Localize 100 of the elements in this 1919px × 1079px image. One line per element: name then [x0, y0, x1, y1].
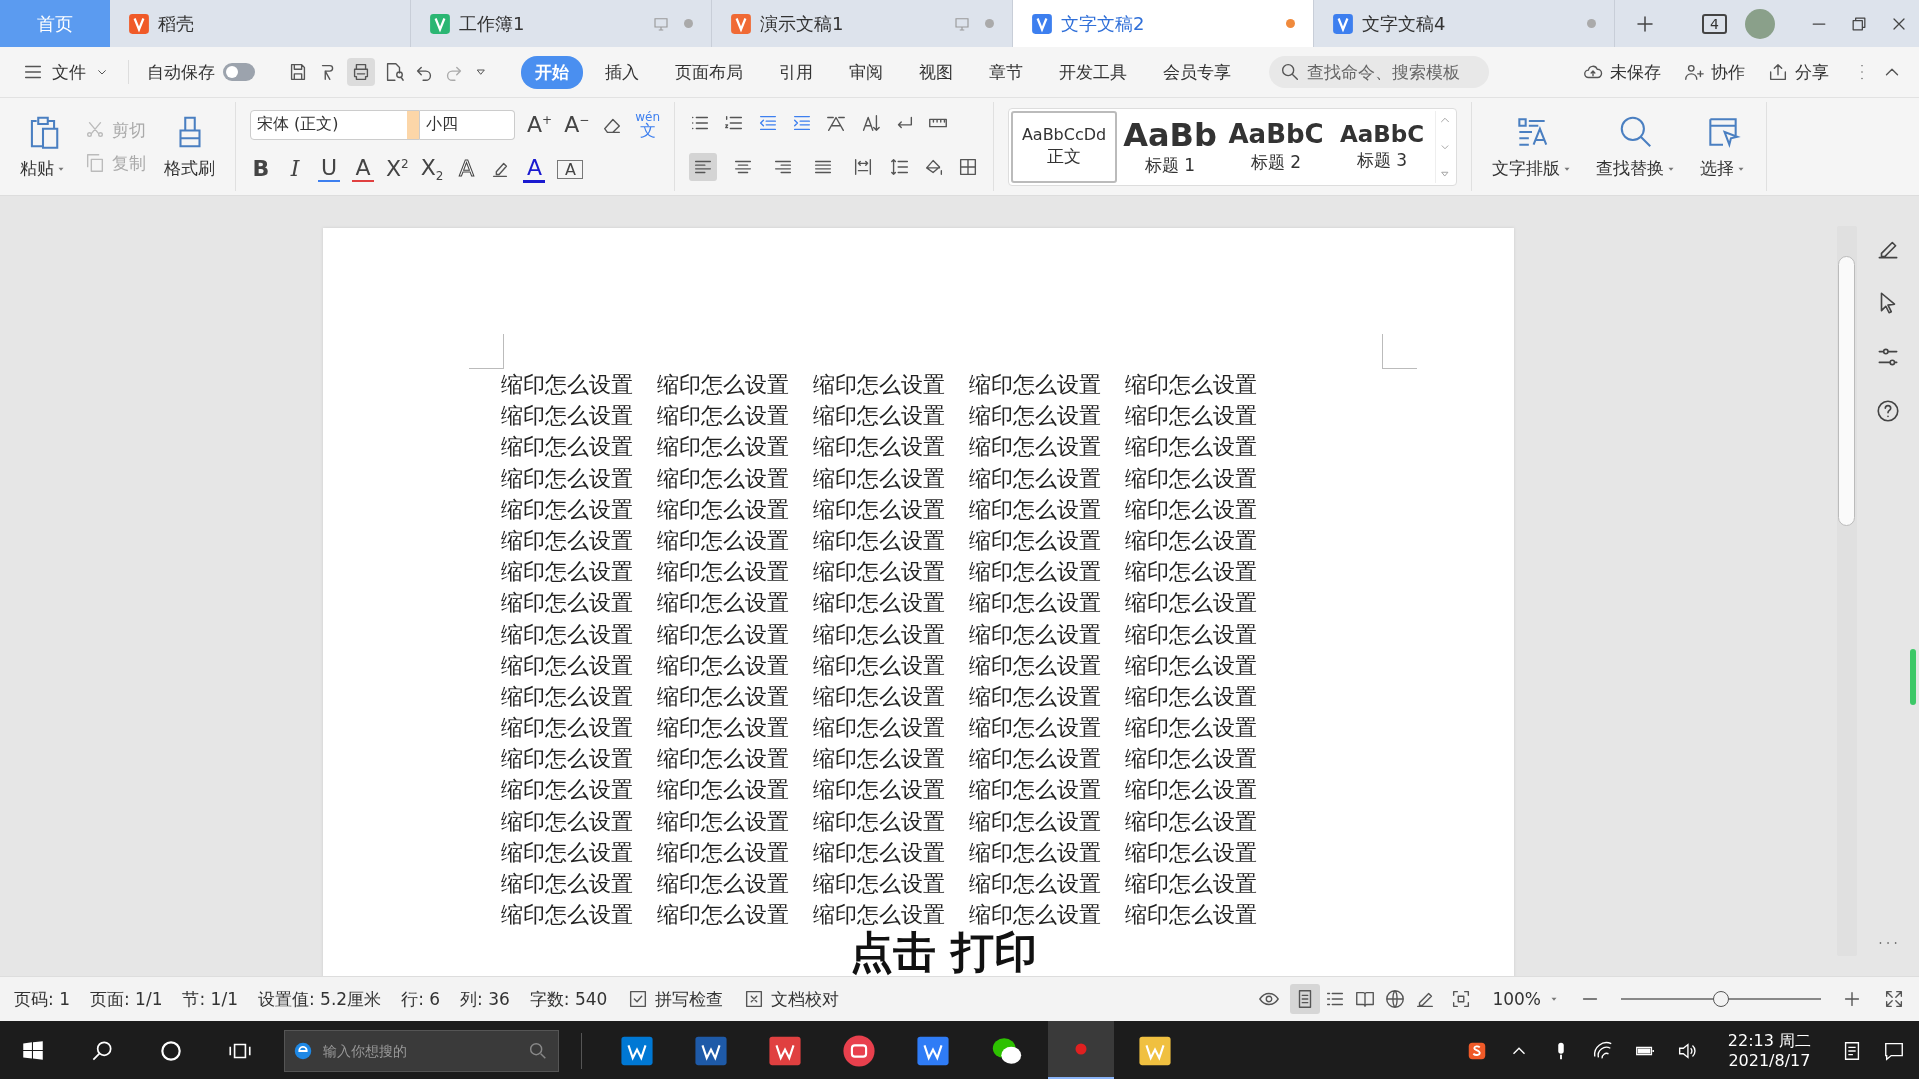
document-text: 缩印怎么设置: [501, 621, 633, 648]
document-text: 缩印怎么设置: [657, 777, 789, 804]
document-text: 缩印怎么设置: [501, 465, 633, 492]
format-button[interactable]: A: [523, 155, 546, 183]
format-button[interactable]: A: [352, 156, 374, 183]
toolbar-action[interactable]: 分享: [1767, 60, 1829, 84]
clock-time[interactable]: 22:13 周二: [1727, 1030, 1811, 1051]
document-text: 缩印怎么设置: [813, 372, 945, 398]
progress-indicator: [1910, 649, 1916, 705]
format-painter-button[interactable]: 格式刷: [158, 111, 221, 182]
zoom-slider-thumb[interactable]: [1713, 991, 1729, 1007]
document-text: 缩印怎么设置: [969, 465, 1101, 492]
ribbon-tool-button[interactable]: 文字排版: [1486, 111, 1579, 182]
view-mode-button[interactable]: [1290, 984, 1321, 1014]
ribbon-tab[interactable]: 页面布局: [661, 55, 757, 89]
document-text: 缩印怎么设置: [1125, 527, 1257, 554]
search-icon: [1279, 61, 1301, 83]
format-button[interactable]: A: [557, 159, 584, 180]
document-text: 缩印怎么设置: [657, 559, 789, 586]
ribbon-tab[interactable]: 审阅: [835, 55, 897, 89]
document-text: 缩印怎么设置: [501, 746, 633, 773]
document-text: 缩印怎么设置: [969, 746, 1101, 773]
taskbar-search-field[interactable]: 输入你想搜的: [284, 1029, 559, 1072]
document-text: 缩印怎么设置: [657, 683, 789, 710]
document-text: 缩印怎么设置: [657, 746, 789, 773]
fullscreen-icon[interactable]: [1883, 988, 1905, 1010]
camera-icon: [842, 1033, 876, 1068]
document-text: 缩印怎么设置: [1125, 621, 1257, 648]
format-button[interactable]: U: [318, 156, 340, 183]
format-button[interactable]: X$^{2}$: [386, 157, 409, 182]
status-item: 行: 6: [401, 987, 441, 1011]
font-size-button[interactable]: A$^{+}$: [527, 112, 553, 137]
file-menu[interactable]: 文件: [52, 60, 86, 84]
help-icon[interactable]: [1875, 398, 1901, 424]
status-dot[interactable]: [684, 19, 693, 28]
vertical-scrollbar[interactable]: [1837, 226, 1857, 956]
format-button[interactable]: B: [250, 157, 272, 182]
document-text: 缩印怎么设置: [1125, 403, 1257, 430]
app-icon: [730, 12, 752, 35]
autosave-toggle[interactable]: [223, 63, 255, 81]
document-text: 缩印怎么设置: [969, 434, 1101, 461]
document-text: 缩印怎么设置: [813, 496, 945, 523]
font-size-select[interactable]: 小四: [420, 109, 515, 140]
document-text: 缩印怎么设置: [813, 777, 945, 804]
ribbon-tab[interactable]: 章节: [975, 55, 1037, 89]
document-text: 缩印怎么设置: [969, 683, 1101, 710]
document-text: 缩印怎么设置: [501, 372, 633, 398]
ribbon-tool-button[interactable]: 选择: [1694, 111, 1753, 182]
document-text: 缩印怎么设置: [501, 496, 633, 523]
copy-icon: [84, 152, 106, 174]
zoom-level[interactable]: 100%: [1492, 989, 1559, 1009]
document-text: 缩印怎么设置: [657, 871, 789, 897]
style-item[interactable]: AaBb 标题 1: [1117, 110, 1224, 183]
style-item[interactable]: AaBbC 标题 2: [1223, 110, 1330, 183]
status-dot[interactable]: [1587, 19, 1596, 28]
document-text: 缩印怎么设置: [969, 527, 1101, 554]
align-button[interactable]: [689, 153, 718, 182]
format-button[interactable]: X$_{2}$: [420, 155, 444, 184]
font-family-select[interactable]: 宋体 (正文): [250, 109, 420, 140]
document-text: 缩印怎么设置: [657, 590, 789, 617]
window-count[interactable]: 4: [1702, 13, 1727, 34]
document-text: 缩印怎么设置: [657, 839, 789, 866]
ribbon-tab[interactable]: 视图: [905, 55, 967, 89]
ribbon-tab[interactable]: 开发工具: [1045, 55, 1141, 89]
toolbar-action[interactable]: 未保存: [1582, 60, 1661, 84]
document-text: 缩印怎么设置: [1125, 871, 1257, 897]
proofread-button[interactable]: 文档校对: [743, 987, 840, 1011]
pinyin-guide-button[interactable]: wén 文: [635, 110, 661, 139]
ribbon-tool-button[interactable]: 查找替换: [1590, 111, 1683, 182]
document-text: 缩印怎么设置: [1125, 715, 1257, 742]
document-text: 缩印怎么设置: [813, 652, 945, 679]
document-text: 缩印怎么设置: [969, 808, 1101, 835]
document-text: 缩印怎么设置: [1125, 808, 1257, 835]
style-item[interactable]: AaBbCcDd 正文: [1011, 110, 1118, 183]
document-text: 缩印怎么设置: [813, 621, 945, 648]
spell-check-button[interactable]: 拼写检查: [627, 987, 724, 1011]
status-dot[interactable]: [1286, 19, 1295, 28]
status-item: 字数: 540: [529, 987, 608, 1011]
style-item[interactable]: AaBbC 标题 3: [1329, 110, 1436, 183]
toolbar-action[interactable]: 协作: [1683, 60, 1745, 84]
ribbon-tab[interactable]: 会员专享: [1149, 55, 1245, 89]
font-size-button[interactable]: A$^{−}$: [564, 112, 590, 137]
document-text: 缩印怎么设置: [501, 902, 633, 929]
document-tab[interactable]: 文字文稿2: [1013, 0, 1314, 47]
document-text: 缩印怎么设置: [501, 559, 633, 586]
document-text: 缩印怎么设置: [501, 808, 633, 835]
format-button[interactable]: A: [455, 157, 478, 182]
command-search-field[interactable]: 查找命令、搜索模板: [1269, 56, 1489, 88]
status-item: 页码: 1: [14, 987, 70, 1011]
document-text: 缩印怎么设置: [1125, 496, 1257, 523]
paste-button[interactable]: 粘贴: [14, 111, 72, 182]
print-icon[interactable]: [347, 58, 375, 86]
document-text: 缩印怎么设置: [969, 403, 1101, 430]
document-text: 缩印怎么设置: [1125, 902, 1257, 929]
ribbon-tab[interactable]: 引用: [765, 55, 827, 89]
format-button[interactable]: I: [284, 157, 306, 182]
clock-date[interactable]: 2021/8/17: [1728, 1050, 1811, 1071]
status-dot[interactable]: [985, 19, 994, 28]
document-text: 缩印怎么设置: [969, 777, 1101, 804]
ribbon-tab[interactable]: 插入: [591, 55, 653, 89]
